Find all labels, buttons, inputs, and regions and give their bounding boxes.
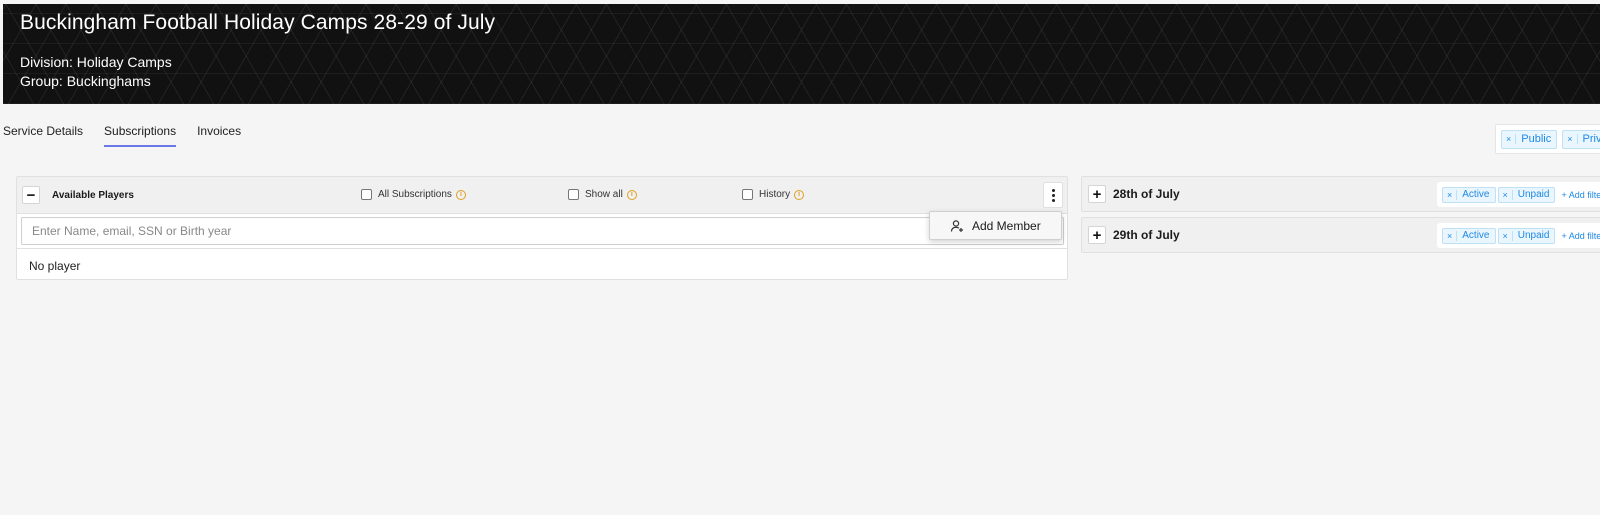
history-option: History i — [742, 189, 805, 200]
day-filter-bar: × Active × Unpaid + Add filter — [1437, 223, 1600, 248]
kebab-dot — [1051, 198, 1055, 202]
available-players-panel: − Available Players All Subscriptions i … — [16, 176, 1068, 280]
add-person-icon — [950, 219, 963, 232]
day-filter-bar: × Active × Unpaid + Add filter — [1437, 182, 1600, 207]
minus-icon: − — [26, 186, 36, 204]
info-icon[interactable]: i — [794, 189, 805, 200]
remove-filter-icon[interactable]: × — [1499, 189, 1513, 200]
history-checkbox[interactable] — [742, 189, 753, 200]
kebab-dot — [1051, 188, 1055, 192]
visibility-filter-bar: × Public × Private — [1495, 124, 1600, 154]
filter-chip-unpaid: × Unpaid — [1497, 186, 1556, 203]
filter-chip-unpaid: × Unpaid — [1497, 227, 1556, 244]
day-panel-29-july: + 29th of July × Active × Unpaid + Add f… — [1081, 217, 1600, 253]
group-label: Group: Buckinghams — [20, 73, 151, 89]
all-subscriptions-checkbox[interactable] — [361, 189, 372, 200]
filter-chip-active: × Active — [1442, 227, 1496, 244]
remove-filter-icon[interactable]: × — [1502, 134, 1517, 144]
filter-chip-public: × Public — [1501, 129, 1558, 149]
more-options-button[interactable] — [1043, 182, 1063, 208]
day-panel-28-july: + 28th of July × Active × Unpaid + Add f… — [1081, 176, 1600, 212]
division-label: Division: Holiday Camps — [20, 54, 172, 70]
service-tabs: Service Details Subscriptions Invoices — [3, 124, 262, 147]
remove-filter-icon[interactable]: × — [1443, 189, 1458, 200]
page-title: Buckingham Football Holiday Camps 28-29 … — [20, 11, 496, 34]
tab-service-details[interactable]: Service Details — [3, 124, 83, 147]
filter-chip-active: × Active — [1442, 186, 1496, 203]
info-icon[interactable]: i — [626, 189, 637, 200]
player-search-input[interactable] — [21, 217, 1064, 245]
plus-icon: + — [1092, 226, 1102, 244]
all-subscriptions-option: All Subscriptions i — [361, 189, 466, 200]
collapse-button[interactable]: − — [22, 186, 40, 204]
service-header-banner: Buckingham Football Holiday Camps 28-29 … — [3, 4, 1600, 104]
day-title: 28th of July — [1113, 187, 1180, 201]
show-all-option: Show all i — [568, 189, 637, 200]
available-players-header: − Available Players All Subscriptions i … — [17, 177, 1067, 214]
remove-filter-icon[interactable]: × — [1499, 230, 1513, 241]
filter-chip-private: × Private — [1562, 129, 1600, 149]
remove-filter-icon[interactable]: × — [1443, 230, 1458, 241]
kebab-dot — [1051, 193, 1055, 197]
available-players-title: Available Players — [52, 190, 134, 201]
remove-filter-icon[interactable]: × — [1563, 134, 1578, 144]
divider — [17, 248, 1067, 249]
add-filter-link[interactable]: + Add filter — [1561, 190, 1600, 200]
day-title: 29th of July — [1113, 228, 1180, 242]
expand-button[interactable]: + — [1088, 185, 1106, 203]
info-icon[interactable]: i — [455, 189, 466, 200]
plus-icon: + — [1092, 185, 1102, 203]
add-filter-link[interactable]: + Add filter — [1561, 231, 1600, 241]
expand-button[interactable]: + — [1088, 226, 1106, 244]
add-member-menu-item[interactable]: Add Member — [929, 211, 1062, 240]
empty-state-text: No player — [29, 259, 81, 273]
add-member-label: Add Member — [972, 218, 1041, 233]
tab-invoices[interactable]: Invoices — [197, 124, 241, 147]
tab-subscriptions[interactable]: Subscriptions — [104, 124, 177, 147]
show-all-checkbox[interactable] — [568, 189, 579, 200]
